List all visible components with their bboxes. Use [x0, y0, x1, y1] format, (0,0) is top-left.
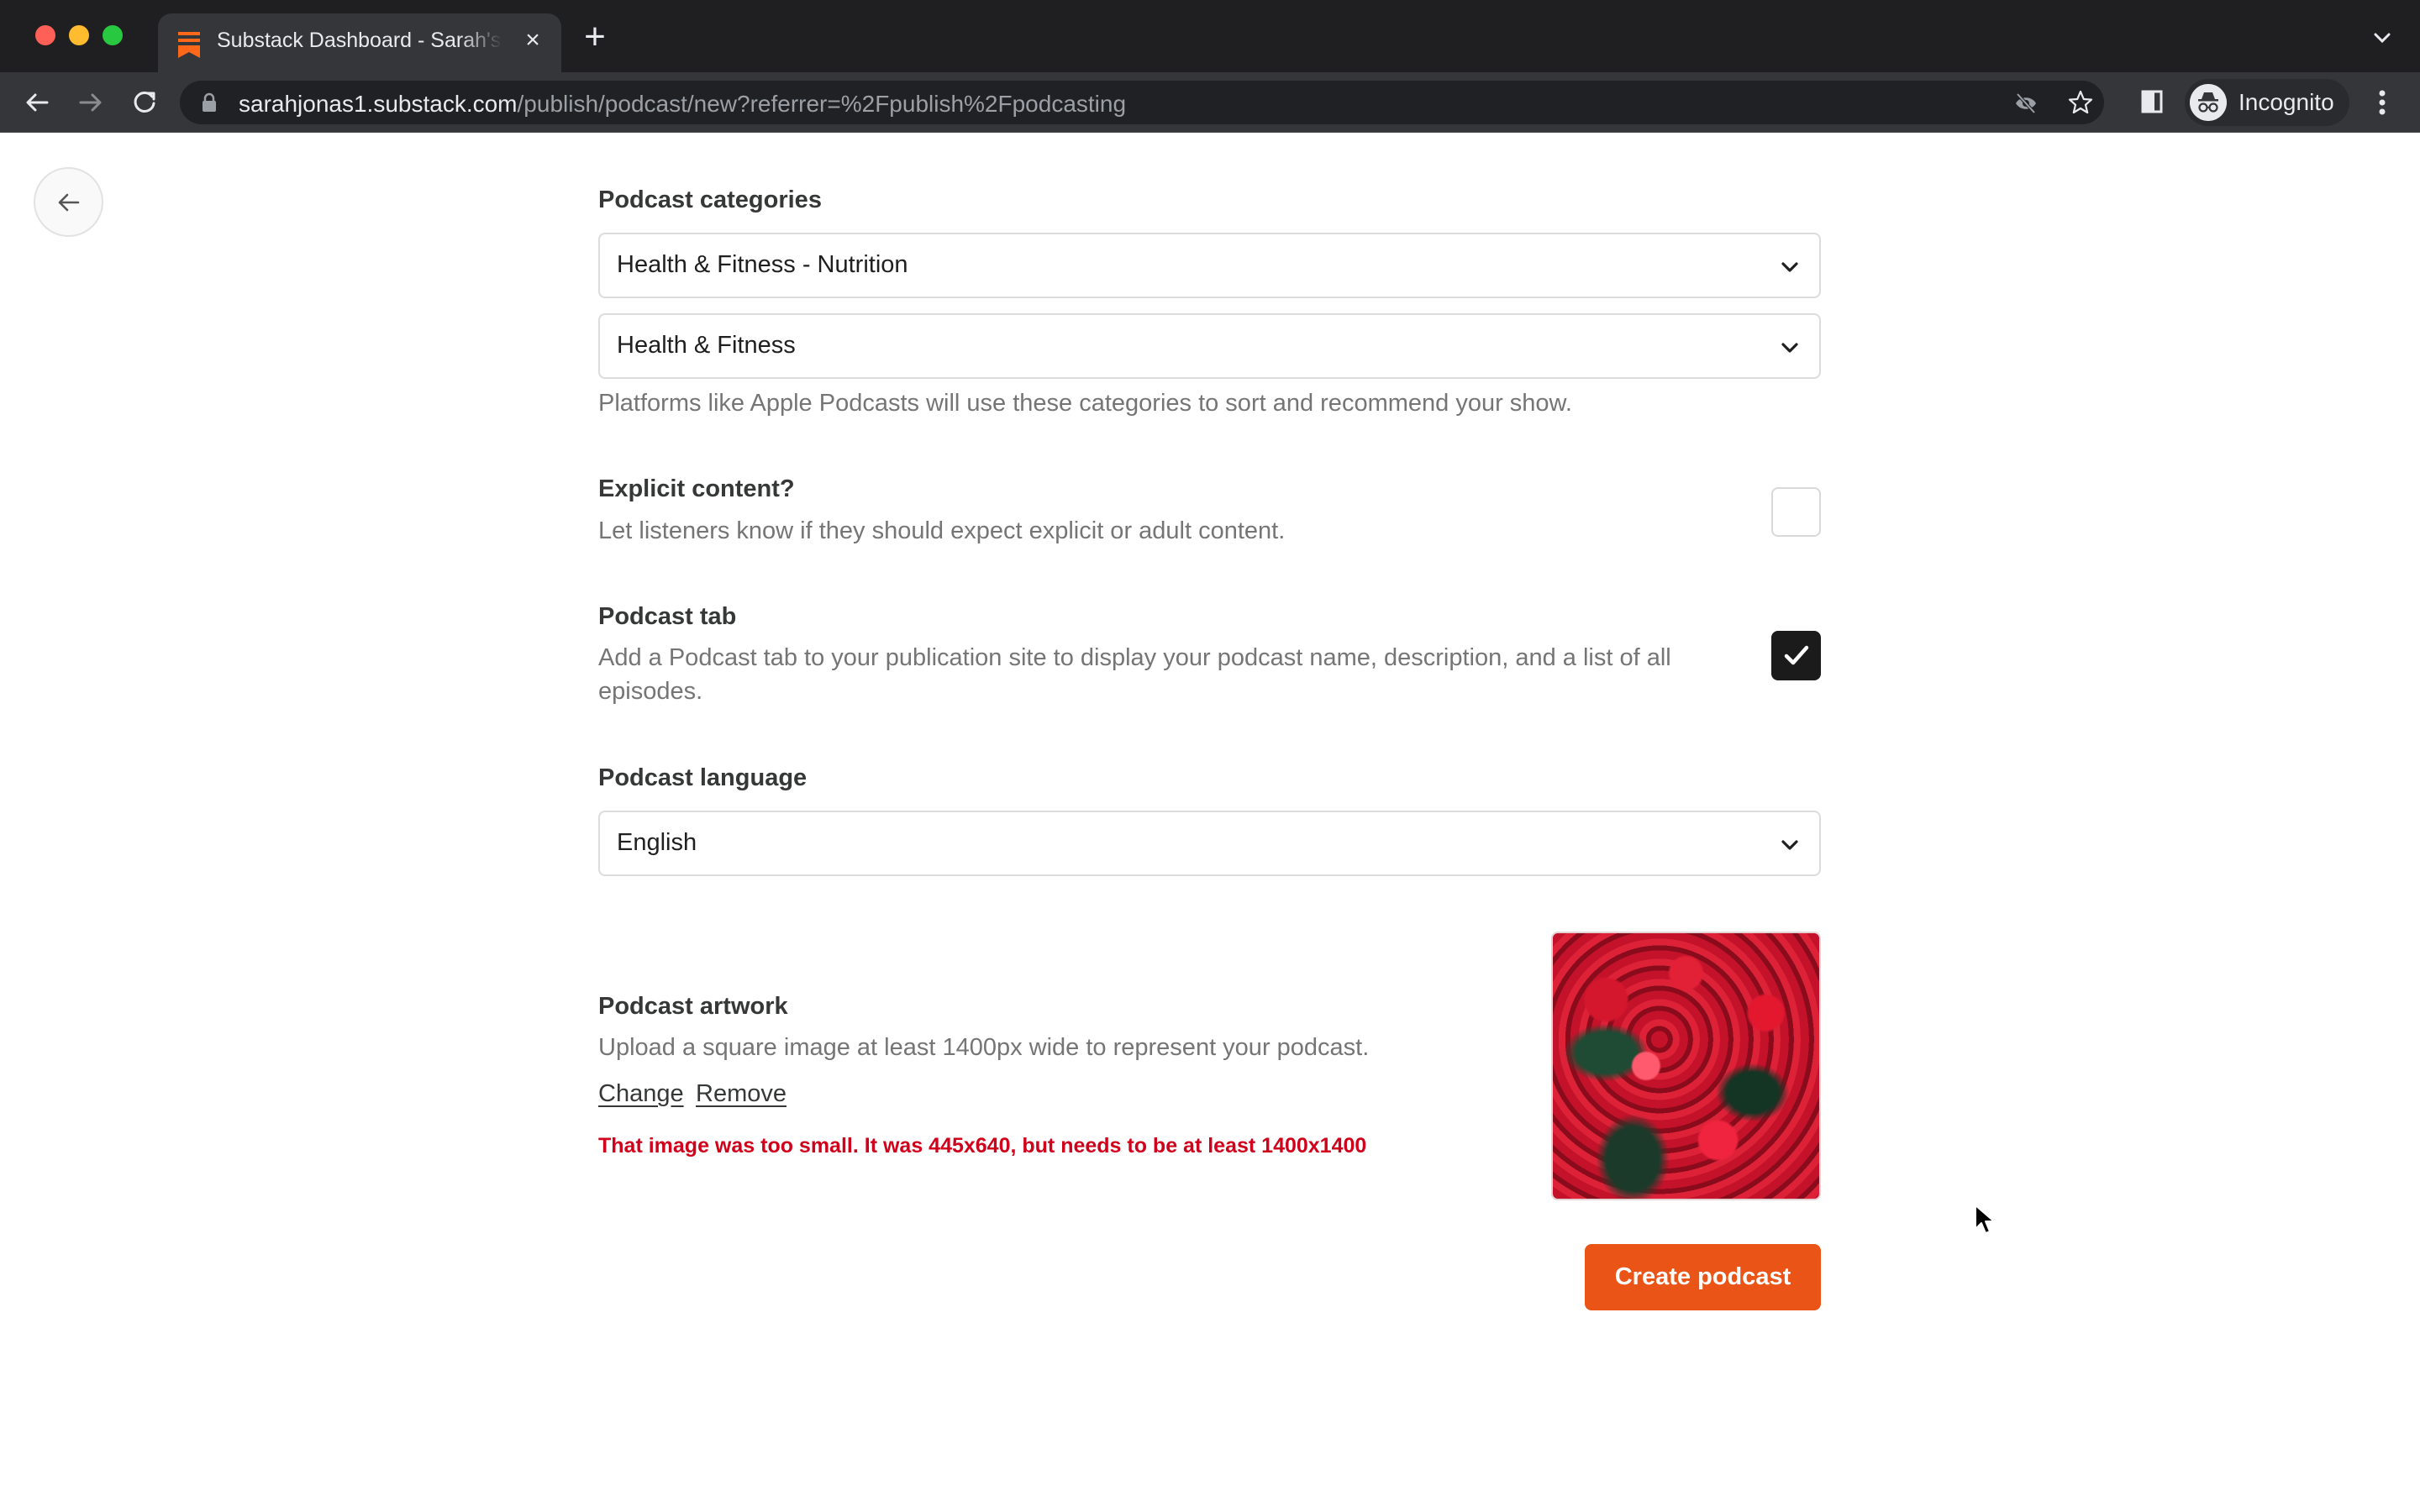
- tab-search-chevron-icon[interactable]: [2370, 25, 2395, 50]
- podcast-artwork-description: Upload a square image at least 1400px wi…: [598, 1034, 1370, 1061]
- create-podcast-button[interactable]: Create podcast: [1585, 1244, 1821, 1310]
- new-tab-button[interactable]: +: [578, 18, 612, 55]
- checkmark-icon: [1784, 645, 1809, 665]
- browser-tab-active[interactable]: Substack Dashboard - Sarah's ×: [158, 13, 561, 72]
- chevron-down-icon: [1781, 262, 1798, 272]
- browser-menu-icon[interactable]: [2370, 86, 2395, 119]
- window-minimize-button[interactable]: [69, 25, 89, 45]
- lock-icon[interactable]: [202, 92, 217, 113]
- podcast-language-select[interactable]: English: [598, 811, 1821, 876]
- tab-close-icon[interactable]: ×: [518, 25, 548, 55]
- url-host: sarahjonas1.substack.com: [239, 91, 518, 117]
- browser-forward-icon[interactable]: [74, 86, 108, 119]
- primary-category-select[interactable]: Health & Fitness - Nutrition: [598, 233, 1821, 298]
- url-text[interactable]: sarahjonas1.substack.com/publish/podcast…: [239, 91, 1126, 118]
- chevron-down-icon: [1781, 343, 1798, 353]
- back-arrow-icon: [58, 193, 80, 212]
- remove-artwork-link[interactable]: Remove: [696, 1080, 786, 1108]
- window-maximize-button[interactable]: [103, 25, 123, 45]
- incognito-icon: [2190, 84, 2227, 121]
- eye-off-icon[interactable]: [2013, 91, 2039, 116]
- tab-title: Substack Dashboard - Sarah's: [217, 29, 502, 52]
- back-button[interactable]: [34, 167, 103, 237]
- podcast-tab-label: Podcast tab: [598, 603, 737, 630]
- address-bar[interactable]: sarahjonas1.substack.com/publish/podcast…: [180, 81, 2104, 124]
- bookmark-star-icon[interactable]: [2067, 89, 2094, 116]
- chevron-down-icon: [1781, 840, 1798, 850]
- podcast-artwork-label: Podcast artwork: [598, 993, 788, 1020]
- browser-reload-icon[interactable]: [128, 86, 161, 119]
- secondary-category-value: Health & Fitness: [617, 332, 796, 359]
- podcast-language-value: English: [617, 829, 697, 856]
- side-panel-icon[interactable]: [2139, 89, 2165, 114]
- url-path: /publish/podcast/new?referrer=%2Fpublish…: [517, 91, 1127, 117]
- podcast-artwork-image: [1551, 932, 1821, 1200]
- categories-label: Podcast categories: [598, 186, 822, 213]
- explicit-content-description: Let listeners know if they should expect…: [598, 517, 1286, 544]
- categories-help-text: Platforms like Apple Podcasts will use t…: [598, 390, 1572, 417]
- browser-back-icon[interactable]: [20, 86, 54, 119]
- change-artwork-link[interactable]: Change: [598, 1080, 684, 1108]
- window-close-button[interactable]: [35, 25, 55, 45]
- podcast-tab-checkbox[interactable]: [1771, 631, 1821, 680]
- incognito-label: Incognito: [2238, 89, 2334, 115]
- artwork-error-message: That image was too small. It was 445x640…: [598, 1134, 1367, 1158]
- substack-logo-icon: [178, 32, 200, 58]
- secondary-category-select[interactable]: Health & Fitness: [598, 313, 1821, 379]
- incognito-profile-button[interactable]: Incognito: [2185, 79, 2349, 126]
- mouse-cursor-icon: [1975, 1205, 1995, 1234]
- explicit-content-label: Explicit content?: [598, 475, 795, 502]
- podcast-language-label: Podcast language: [598, 764, 808, 791]
- primary-category-value: Health & Fitness - Nutrition: [617, 251, 908, 278]
- browser-tab-bar: Substack Dashboard - Sarah's × +: [0, 0, 2420, 72]
- browser-toolbar: sarahjonas1.substack.com/publish/podcast…: [0, 72, 2420, 133]
- explicit-content-checkbox[interactable]: [1771, 487, 1821, 537]
- podcast-tab-description: Add a Podcast tab to your publication si…: [598, 644, 1671, 705]
